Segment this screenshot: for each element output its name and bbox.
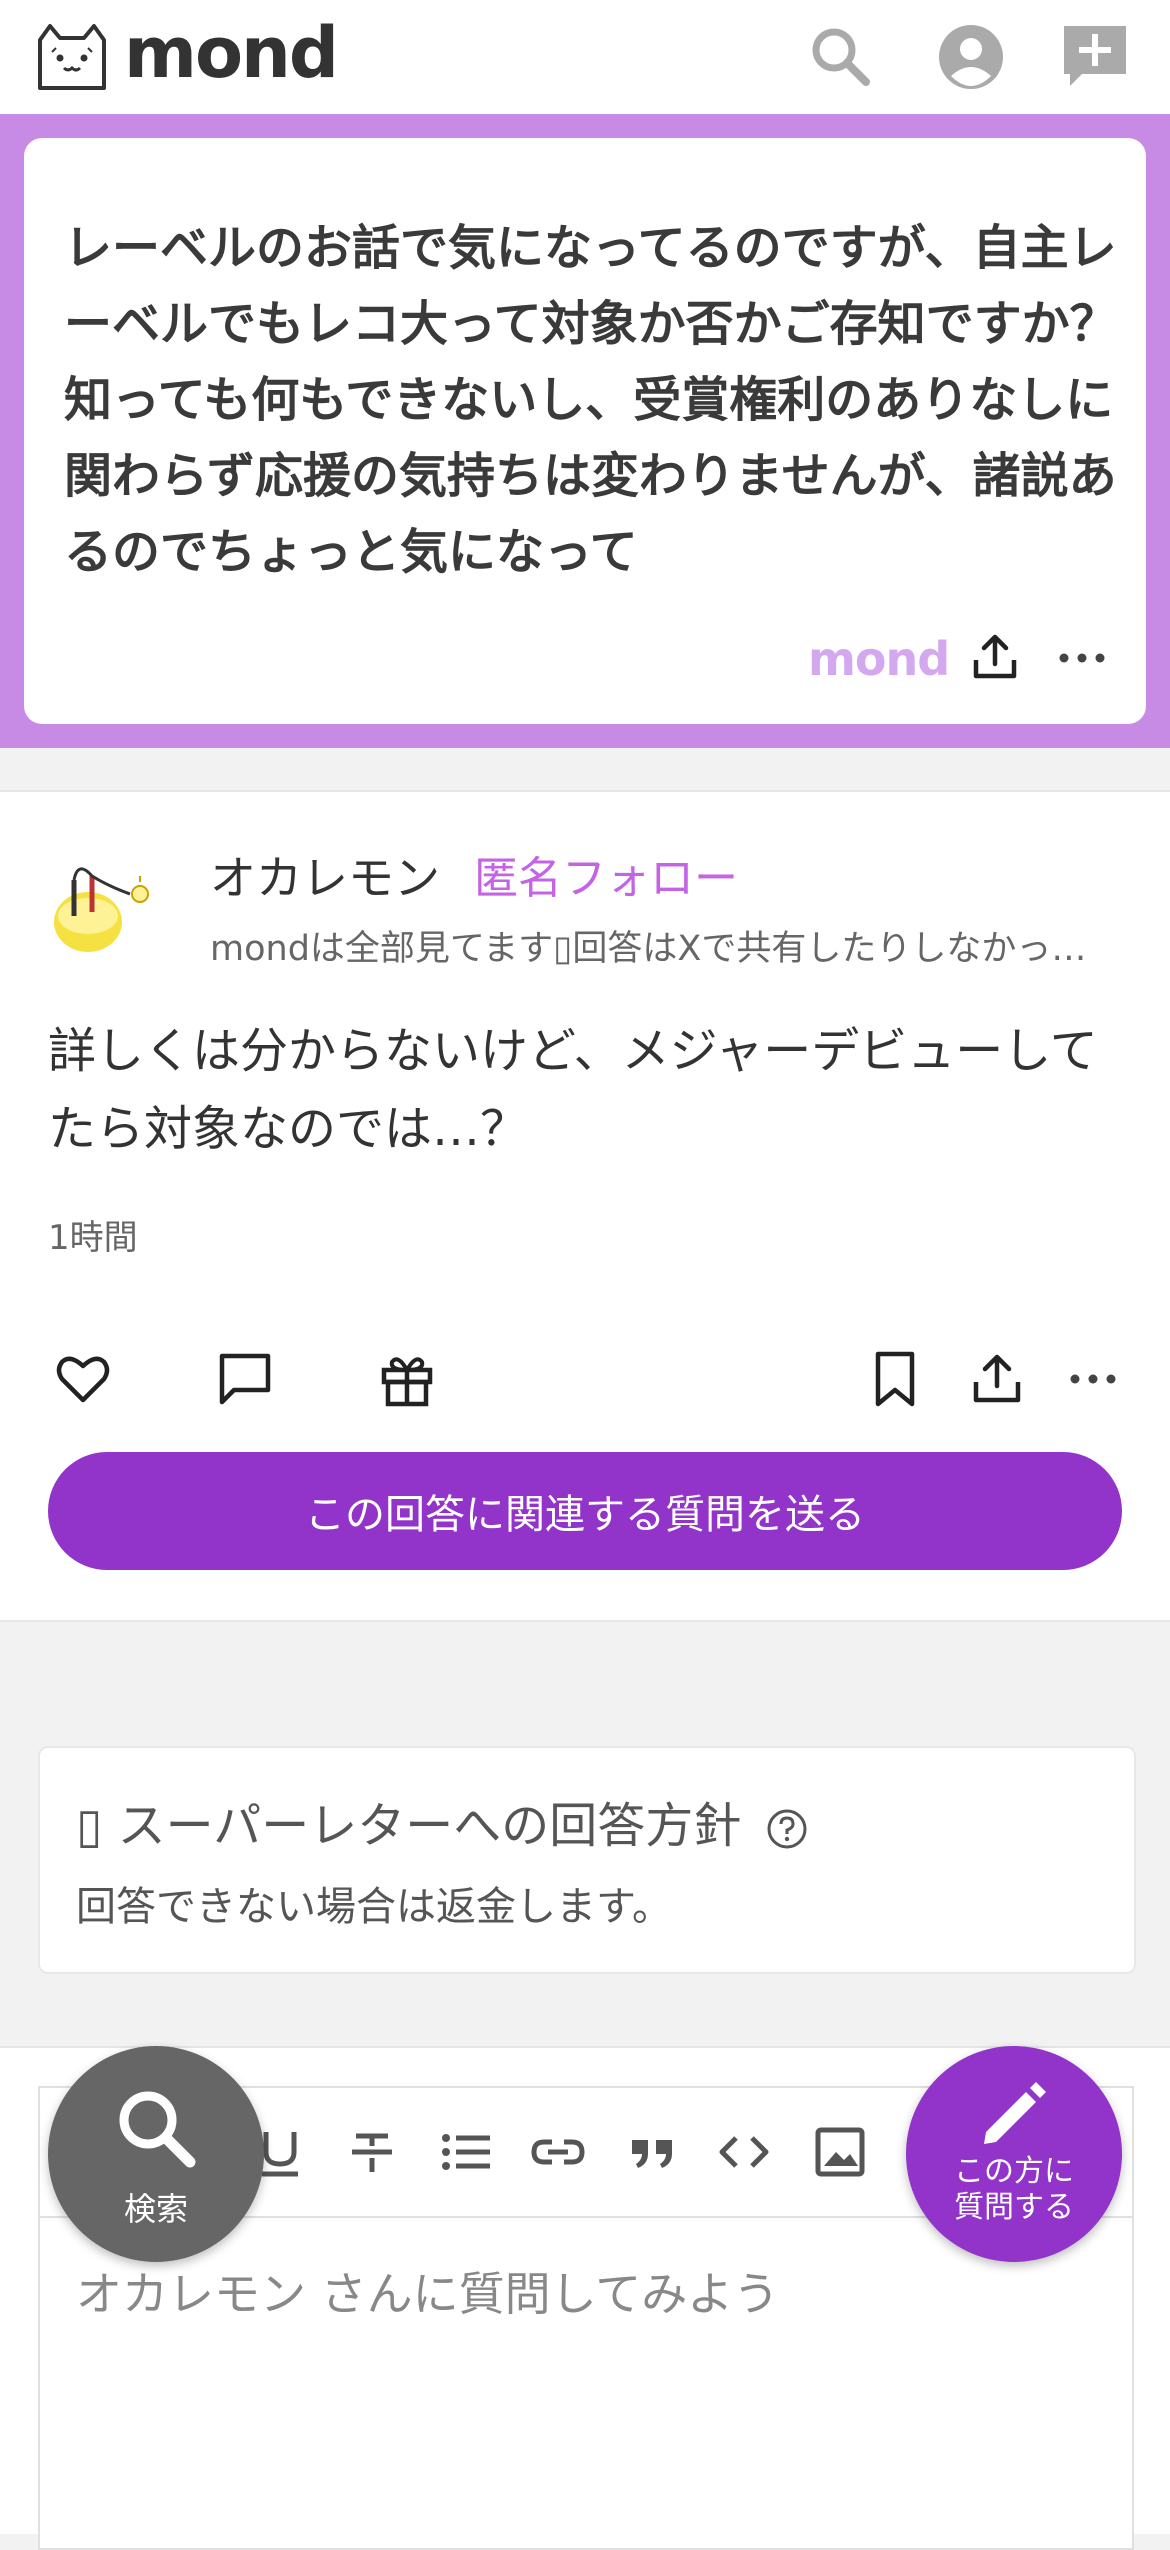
avatar[interactable]: [48, 850, 162, 964]
pencil-icon: [984, 2082, 1046, 2144]
mond-cat-logo-icon[interactable]: [34, 22, 112, 92]
bookmark-icon[interactable]: [866, 1350, 924, 1408]
link-icon[interactable]: [530, 2124, 586, 2180]
anonymous-follow-button[interactable]: 匿名フォロー: [474, 842, 738, 906]
answer-timestamp: 1時間: [48, 1218, 138, 1258]
author-name[interactable]: オカレモン: [210, 842, 440, 908]
heart-icon[interactable]: [54, 1350, 112, 1408]
comment-icon[interactable]: [216, 1350, 274, 1408]
share-icon[interactable]: [970, 632, 1020, 682]
author-bio: mondは全部見てます▯回答はXで共有したりしなかったり: [210, 929, 1120, 969]
policy-title-text: ▯ スーパーレターへの回答方針: [76, 1798, 742, 1854]
help-icon[interactable]: [766, 1808, 808, 1850]
share-icon[interactable]: [968, 1350, 1026, 1408]
ask-fab-label-line1: この方に: [954, 2154, 1074, 2189]
search-icon: [119, 2091, 196, 2168]
ask-fab-label: この方に 質問する: [906, 2154, 1122, 2226]
more-icon[interactable]: [1054, 638, 1110, 678]
search-fab-label: 検索: [123, 2190, 188, 2228]
answer-text: 詳しくは分からないけど、メジャーデビューしてたら対象なのでは…？: [48, 1023, 1098, 1157]
bulleted-list-icon[interactable]: [438, 2124, 494, 2180]
gift-icon[interactable]: [378, 1350, 436, 1408]
editor-placeholder: オカレモン さんに質問してみよう: [76, 2267, 780, 2321]
code-icon[interactable]: [716, 2124, 772, 2180]
mond-watermark: mond: [808, 632, 950, 686]
more-icon[interactable]: [1064, 1350, 1122, 1408]
question-text: レーベルのお話で気になってるのですが、自主レーベルでもレコ大って対象か否かご存知…: [64, 220, 1118, 580]
policy-title: ▯ スーパーレターへの回答方針: [76, 1786, 808, 1856]
image-icon[interactable]: [812, 2124, 868, 2180]
add-question-icon[interactable]: [1060, 22, 1130, 92]
mond-logo[interactable]: mond: [124, 12, 339, 94]
ask-fab-label-line2: 質問する: [954, 2190, 1074, 2225]
answer-policy-card: [38, 1746, 1136, 1974]
quote-icon[interactable]: [624, 2124, 680, 2180]
account-icon[interactable]: [936, 22, 1006, 92]
search-icon[interactable]: [806, 22, 876, 92]
policy-body: 回答できない場合は返金します。: [76, 1884, 672, 1930]
ask-related-question-button[interactable]: この回答に関連する質問を送る: [48, 1452, 1122, 1570]
strikethrough-icon[interactable]: [344, 2124, 400, 2180]
